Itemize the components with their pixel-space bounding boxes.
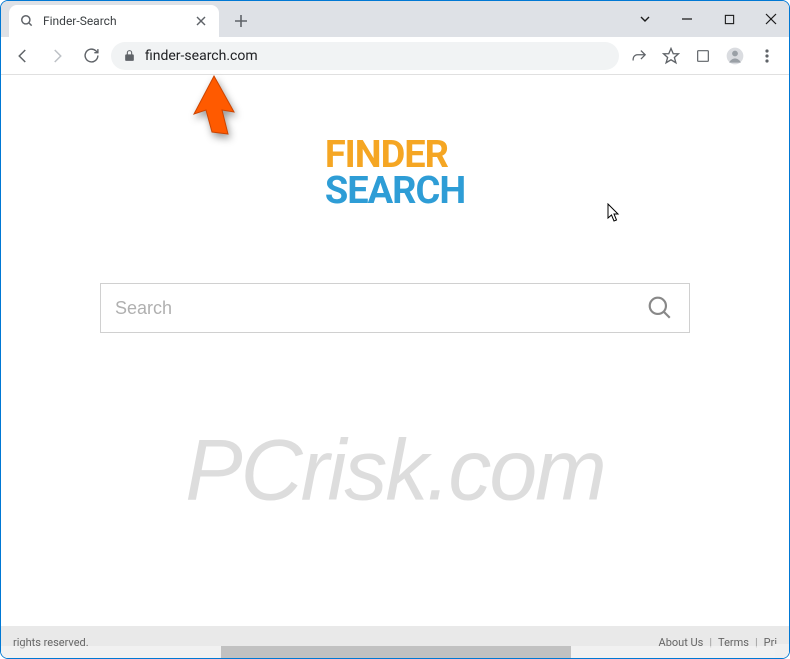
share-icon[interactable] xyxy=(625,42,653,70)
forward-button[interactable] xyxy=(43,42,71,70)
logo-line1: FINDER xyxy=(325,137,465,173)
logo-line2: SEARCH xyxy=(325,173,465,209)
tab-title: Finder-Search xyxy=(43,14,185,28)
search-container xyxy=(1,283,789,333)
annotation-arrow-icon xyxy=(178,72,240,146)
logo: FINDER SEARCH xyxy=(1,137,789,209)
chevron-down-icon[interactable] xyxy=(631,5,659,33)
horizontal-scrollbar[interactable] xyxy=(1,646,775,658)
scrollbar-thumb[interactable] xyxy=(221,646,571,658)
search-input[interactable] xyxy=(115,298,645,319)
page-content: FINDER SEARCH PCrisk.com rights reserved… xyxy=(1,75,789,658)
minimize-button[interactable] xyxy=(673,5,701,33)
reload-button[interactable] xyxy=(77,42,105,70)
browser-toolbar: finder-search.com xyxy=(1,37,789,75)
url-text: finder-search.com xyxy=(145,48,258,64)
tab-bar: Finder-Search xyxy=(1,1,789,37)
close-icon[interactable] xyxy=(193,13,209,29)
browser-tab[interactable]: Finder-Search xyxy=(9,5,219,37)
watermark: PCrisk.com xyxy=(185,422,605,521)
bookmark-icon[interactable] xyxy=(657,42,685,70)
search-box xyxy=(100,283,690,333)
maximize-button[interactable] xyxy=(715,5,743,33)
new-tab-button[interactable] xyxy=(227,7,255,35)
back-button[interactable] xyxy=(9,42,37,70)
toolbar-right xyxy=(625,42,781,70)
search-icon[interactable] xyxy=(645,293,675,323)
extensions-icon[interactable] xyxy=(689,42,717,70)
scrollbar-track xyxy=(1,646,775,658)
window-controls xyxy=(631,5,785,33)
profile-icon[interactable] xyxy=(721,42,749,70)
scrollbar-corner xyxy=(775,644,789,658)
magnifier-icon xyxy=(19,13,35,29)
menu-icon[interactable] xyxy=(753,42,781,70)
close-window-button[interactable] xyxy=(757,5,785,33)
lock-icon xyxy=(123,49,137,63)
cursor-icon xyxy=(607,203,623,227)
address-bar[interactable]: finder-search.com xyxy=(111,42,619,70)
browser-window: Finder-Search xyxy=(0,0,790,659)
